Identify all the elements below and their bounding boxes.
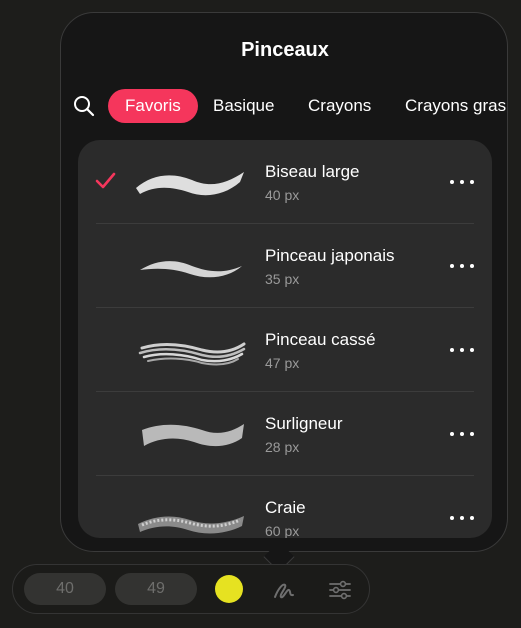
brush-row[interactable]: Pinceau japonais 35 px	[78, 224, 492, 308]
soft-highlighter-stroke-icon	[142, 424, 244, 447]
streaked-stroke-icon	[138, 342, 246, 366]
tab-crayons-gras[interactable]: Crayons gras	[405, 89, 506, 123]
brush-size: 47 px	[265, 355, 300, 371]
brush-row[interactable]: Pinceau cassé 47 px	[78, 308, 492, 392]
checkmark-icon	[95, 172, 116, 189]
brush-name: Craie	[265, 498, 306, 517]
chalk-stroke-icon	[138, 516, 244, 534]
search-icon[interactable]	[73, 95, 95, 117]
brush-tool-icon[interactable]	[271, 577, 297, 603]
brush-name: Surligneur	[265, 414, 343, 433]
brush-row[interactable]: Biseau large 40 px	[78, 140, 492, 224]
brush-size: 35 px	[265, 271, 300, 287]
tab-favoris[interactable]: Favoris	[108, 89, 198, 123]
popover-title: Pinceaux	[241, 39, 329, 61]
brush-name: Pinceau japonais	[265, 246, 395, 265]
brush-size: 28 px	[265, 439, 300, 455]
brush-name: Biseau large	[265, 162, 360, 181]
bottom-toolbar: 40 49	[12, 564, 370, 614]
more-options-icon[interactable]	[448, 422, 476, 446]
more-options-icon[interactable]	[448, 506, 476, 530]
more-options-icon[interactable]	[448, 170, 476, 194]
category-tabs: Favoris Basique Crayons Crayons gras	[73, 89, 509, 123]
brush-list[interactable]: Biseau large 40 px Pinceau japonais 35 p…	[78, 140, 492, 538]
brush-size: 40 px	[265, 187, 300, 203]
more-options-icon[interactable]	[448, 254, 476, 278]
flat-wave-stroke-icon	[136, 172, 244, 196]
current-color-swatch[interactable]	[215, 575, 243, 603]
more-options-icon[interactable]	[448, 338, 476, 362]
brush-size-value[interactable]: 40	[24, 573, 106, 605]
brush-opacity-value[interactable]: 49	[115, 573, 197, 605]
tab-basique[interactable]: Basique	[213, 89, 274, 123]
sliders-icon[interactable]	[327, 577, 353, 603]
tab-crayons[interactable]: Crayons	[308, 89, 371, 123]
brush-row[interactable]: Craie 60 px	[78, 476, 492, 538]
brush-name: Pinceau cassé	[265, 330, 376, 349]
tapered-stroke-icon	[140, 261, 242, 278]
brush-size: 60 px	[265, 523, 300, 538]
brush-row[interactable]: Surligneur 28 px	[78, 392, 492, 476]
